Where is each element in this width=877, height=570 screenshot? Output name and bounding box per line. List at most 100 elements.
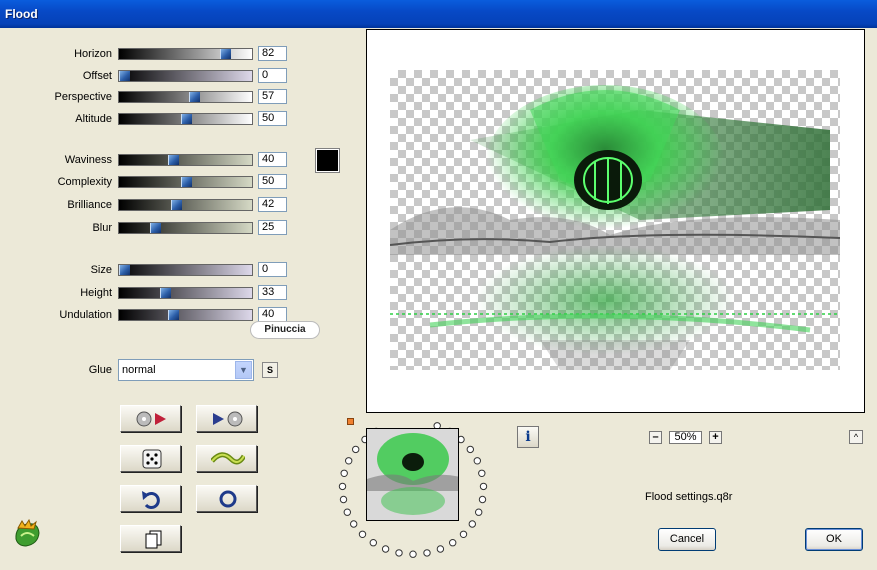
reset-icon xyxy=(219,490,237,508)
dial-dot[interactable] xyxy=(478,495,487,504)
signature-watermark: Pinuccia xyxy=(250,321,320,339)
slider-thumb[interactable] xyxy=(168,310,180,320)
wave-icon xyxy=(211,452,245,465)
dial-dot[interactable] xyxy=(352,445,360,454)
perspective-slider[interactable] xyxy=(118,91,253,103)
complexity-value[interactable]: 50 xyxy=(258,174,287,189)
slider-thumb[interactable] xyxy=(170,200,182,210)
blur-label: Blur xyxy=(92,222,112,234)
dial-dot[interactable] xyxy=(466,445,475,454)
height-label: Height xyxy=(80,287,112,299)
load-preset-button[interactable] xyxy=(120,405,181,432)
altitude-label: Altitude xyxy=(75,113,112,125)
slider-thumb[interactable] xyxy=(149,223,161,233)
glue-select[interactable]: normal ▼ xyxy=(118,359,254,381)
navigator-thumbnail[interactable] xyxy=(366,428,459,521)
chevron-down-icon[interactable]: ▼ xyxy=(235,361,252,379)
dial-dot[interactable] xyxy=(478,469,486,477)
zoom-in-button[interactable]: + xyxy=(709,431,722,444)
waviness-value[interactable]: 40 xyxy=(258,152,287,167)
reset-button[interactable] xyxy=(196,485,257,512)
save-preset-icon xyxy=(213,411,243,427)
slider-thumb[interactable] xyxy=(180,177,192,187)
randomize-dice-icon xyxy=(142,449,162,469)
dial-dot[interactable] xyxy=(339,495,348,504)
dial-dot[interactable] xyxy=(343,508,352,516)
slider-thumb[interactable] xyxy=(189,92,201,102)
thumbnail-rendering xyxy=(367,429,458,520)
undulation-value[interactable]: 40 xyxy=(258,307,287,322)
cancel-button[interactable]: Cancel xyxy=(658,528,716,551)
undulation-slider[interactable] xyxy=(118,309,253,321)
preview-frame[interactable] xyxy=(366,29,865,413)
dial-dot[interactable] xyxy=(358,530,367,539)
undulation-label: Undulation xyxy=(59,309,112,321)
dial-dot[interactable] xyxy=(468,520,477,528)
brilliance-slider[interactable] xyxy=(118,199,253,211)
complexity-slider[interactable] xyxy=(118,176,253,188)
color-swatch[interactable] xyxy=(315,148,340,173)
perspective-value[interactable]: 57 xyxy=(258,89,287,104)
altitude-value[interactable]: 50 xyxy=(258,111,287,126)
dial-dot[interactable] xyxy=(338,482,347,491)
preview-image xyxy=(390,70,840,370)
slider-thumb[interactable] xyxy=(168,155,180,165)
dial-dot[interactable] xyxy=(369,539,377,547)
dial-dot[interactable] xyxy=(340,469,348,477)
perspective-label: Perspective xyxy=(54,91,112,103)
complexity-label: Complexity xyxy=(57,176,112,188)
dial-dot[interactable] xyxy=(459,530,468,539)
slider-thumb[interactable] xyxy=(159,288,171,298)
size-slider[interactable] xyxy=(118,264,253,276)
dial-dot[interactable] xyxy=(345,457,353,465)
info-button[interactable]: i xyxy=(517,426,539,448)
blur-value[interactable]: 25 xyxy=(258,220,287,235)
waviness-slider[interactable] xyxy=(118,154,253,166)
blur-slider[interactable] xyxy=(118,222,253,234)
dial-dot[interactable] xyxy=(473,457,482,465)
height-value[interactable]: 33 xyxy=(258,285,287,300)
dial-dot[interactable] xyxy=(423,549,431,557)
zoom-level: 50% xyxy=(669,431,702,444)
dial-dot[interactable] xyxy=(381,545,390,553)
wave-button[interactable] xyxy=(196,445,257,472)
title-bar: Flood xyxy=(0,0,877,28)
zoom-out-button[interactable]: – xyxy=(649,431,662,444)
horizon-slider[interactable] xyxy=(118,48,253,60)
dial-dot[interactable] xyxy=(449,539,457,547)
load-preset-icon xyxy=(136,411,166,427)
save-preset-button[interactable] xyxy=(196,405,257,432)
height-slider[interactable] xyxy=(118,287,253,299)
ok-button[interactable]: OK xyxy=(805,528,863,551)
waviness-label: Waviness xyxy=(64,154,112,166)
glue-selected-value: normal xyxy=(122,364,156,376)
offset-slider[interactable] xyxy=(118,70,253,82)
dial-dot[interactable] xyxy=(350,520,358,528)
dial-dot[interactable] xyxy=(475,508,483,516)
brilliance-label: Brilliance xyxy=(67,199,112,211)
altitude-slider[interactable] xyxy=(118,113,253,125)
slider-thumb[interactable] xyxy=(219,49,231,59)
horizon-value[interactable]: 82 xyxy=(258,46,287,61)
offset-value[interactable]: 0 xyxy=(258,68,287,83)
dial-dot[interactable] xyxy=(409,550,417,558)
slider-thumb[interactable] xyxy=(119,265,130,275)
randomize-button[interactable] xyxy=(120,445,181,472)
undo-icon xyxy=(142,491,160,509)
brilliance-value[interactable]: 42 xyxy=(258,197,287,212)
collapse-button[interactable]: ^ xyxy=(849,430,863,444)
glue-label: Glue xyxy=(88,364,112,376)
app-logo-icon xyxy=(15,519,40,547)
dial-dot[interactable] xyxy=(436,545,445,553)
undo-button[interactable] xyxy=(120,485,181,512)
copy-button[interactable] xyxy=(120,525,181,552)
dial-dot[interactable] xyxy=(395,549,403,557)
slider-thumb[interactable] xyxy=(180,114,192,124)
slider-thumb[interactable] xyxy=(119,71,130,81)
size-value[interactable]: 0 xyxy=(258,262,287,277)
flood-effect-rendering xyxy=(390,85,840,370)
glue-save-button[interactable]: S xyxy=(262,362,278,378)
dial-dot[interactable] xyxy=(479,482,488,491)
horizon-label: Horizon xyxy=(74,48,112,60)
settings-filename: Flood settings.q8r xyxy=(645,491,733,503)
